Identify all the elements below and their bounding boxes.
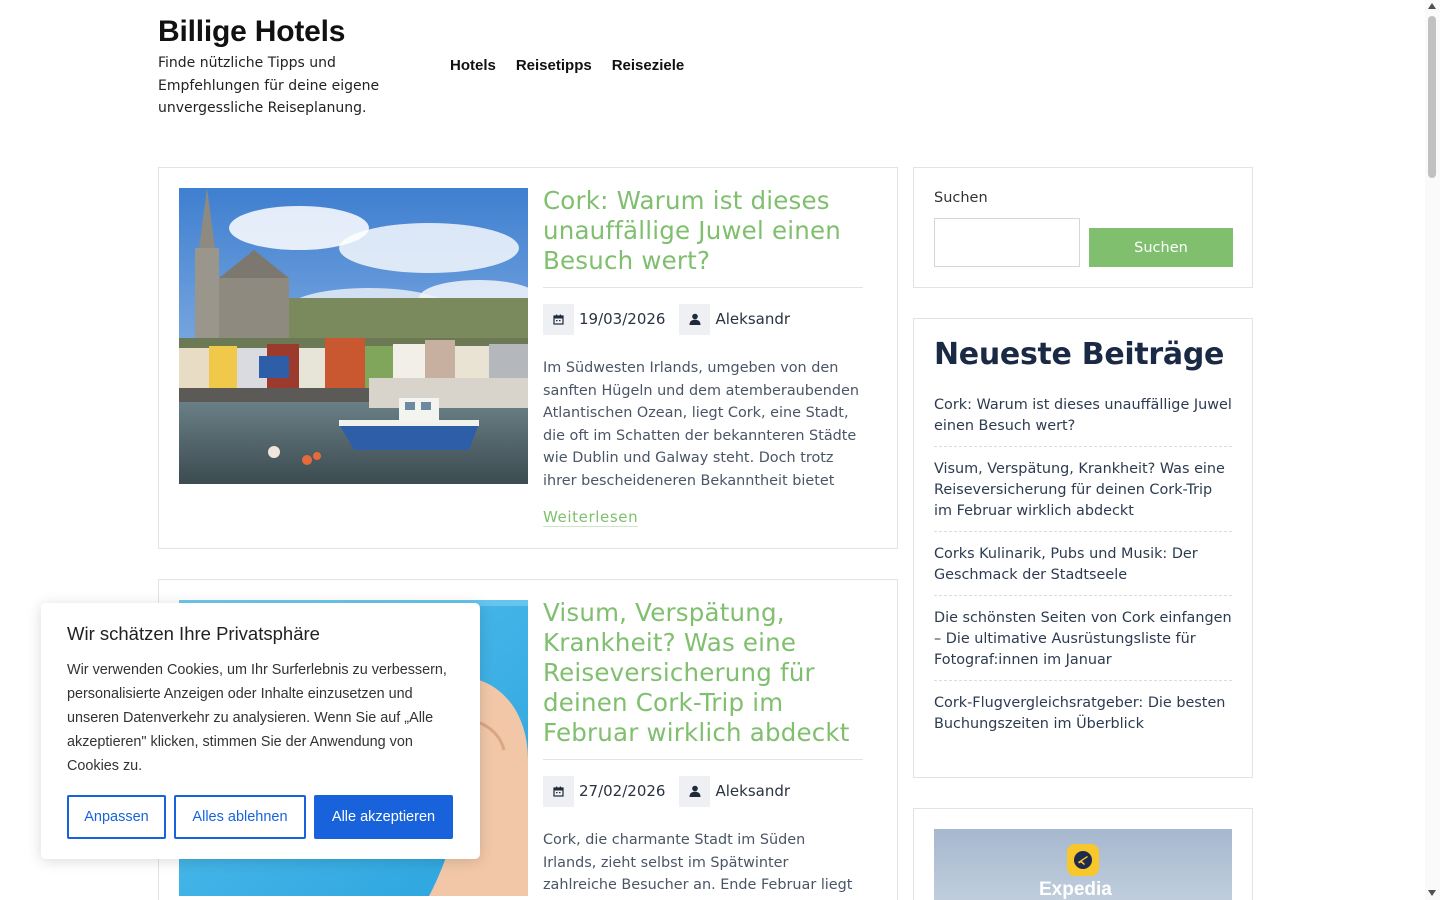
cork-harbour-image bbox=[179, 188, 528, 484]
post-author[interactable]: Aleksandr bbox=[715, 310, 790, 328]
recent-posts-widget: Neueste Beiträge Cork: Warum ist dieses … bbox=[913, 318, 1253, 778]
post-card: Cork: Warum ist dieses unauffällige Juwe… bbox=[158, 167, 898, 549]
read-more-link[interactable]: Weiterlesen bbox=[543, 508, 639, 527]
user-icon bbox=[679, 775, 711, 807]
search-input[interactable] bbox=[934, 218, 1080, 267]
post-body: Cork: Warum ist dieses unauffällige Juwe… bbox=[543, 186, 863, 527]
cookie-description: Wir verwenden Cookies, um Ihr Surferlebn… bbox=[67, 662, 447, 774]
recent-post-item[interactable]: Visum, Verspätung, Krankheit? Was eine R… bbox=[934, 457, 1232, 532]
site-header: Billige Hotels Finde nützliche Tipps und… bbox=[158, 14, 1258, 134]
recent-post-item[interactable]: Die schönsten Seiten von Cork einfangen … bbox=[934, 606, 1232, 681]
post-date[interactable]: 19/03/2026 bbox=[579, 310, 665, 328]
user-icon bbox=[679, 303, 711, 335]
nav-item-hotels[interactable]: Hotels bbox=[450, 57, 496, 74]
ad-widget: Expedia bbox=[913, 808, 1253, 900]
post-title[interactable]: Cork: Warum ist dieses unauffällige Juwe… bbox=[543, 186, 863, 288]
calendar-icon bbox=[543, 775, 574, 807]
site-tagline: Finde nützliche Tipps und Empfehlungen f… bbox=[158, 55, 380, 116]
post-author[interactable]: Aleksandr bbox=[715, 782, 790, 800]
nav-item-reiseziele[interactable]: Reiseziele bbox=[612, 57, 685, 74]
post-title[interactable]: Visum, Verspätung, Krankheit? Was eine R… bbox=[543, 598, 863, 760]
post-date[interactable]: 27/02/2026 bbox=[579, 782, 665, 800]
ad-brand-name: Expedia bbox=[1039, 879, 1112, 900]
expedia-ad-banner[interactable]: Expedia bbox=[934, 829, 1232, 900]
cookie-title: Wir schätzen Ihre Privatsphäre bbox=[67, 623, 320, 644]
post-meta: 27/02/2026 Aleksandr bbox=[543, 775, 863, 807]
expedia-logo-icon bbox=[1067, 844, 1099, 876]
nav-item-reisetipps[interactable]: Reisetipps bbox=[516, 57, 592, 74]
post-body: Visum, Verspätung, Krankheit? Was eine R… bbox=[543, 598, 863, 900]
post-excerpt: Im Südwesten Irlands, umgeben von den sa… bbox=[543, 360, 859, 489]
recent-post-item[interactable]: Cork-Flugvergleichsratgeber: Die besten … bbox=[934, 691, 1232, 744]
scroll-down-icon[interactable] bbox=[1428, 890, 1436, 896]
site-title[interactable]: Billige Hotels bbox=[158, 14, 1258, 50]
search-widget: Suchen Suchen bbox=[913, 167, 1253, 288]
post-excerpt: Cork, die charmante Stadt im Süden Irlan… bbox=[543, 832, 853, 900]
recent-posts-heading: Neueste Beiträge bbox=[934, 337, 1225, 372]
search-label: Suchen bbox=[934, 190, 988, 206]
main-nav: Hotels Reisetipps Reiseziele bbox=[450, 57, 684, 74]
post-meta: 19/03/2026 Aleksandr bbox=[543, 303, 863, 335]
search-button[interactable]: Suchen bbox=[1089, 228, 1233, 267]
post-thumbnail-cork-harbour[interactable] bbox=[179, 188, 528, 484]
cookie-reject-all-button[interactable]: Alles ablehnen bbox=[174, 795, 306, 839]
page-scrollbar[interactable] bbox=[1425, 0, 1440, 900]
recent-post-item[interactable]: Cork: Warum ist dieses unauffällige Juwe… bbox=[934, 393, 1232, 447]
recent-post-item[interactable]: Corks Kulinarik, Pubs und Musik: Der Ges… bbox=[934, 542, 1232, 596]
cookie-accept-all-button[interactable]: Alle akzeptieren bbox=[314, 795, 453, 839]
calendar-icon bbox=[543, 303, 574, 335]
cookie-customize-button[interactable]: Anpassen bbox=[67, 795, 166, 839]
cookie-consent-banner: Wir schätzen Ihre Privatsphäre Wir verwe… bbox=[41, 603, 480, 859]
scroll-up-icon[interactable] bbox=[1428, 3, 1436, 9]
scroll-thumb[interactable] bbox=[1428, 16, 1436, 178]
recent-posts-list: Cork: Warum ist dieses unauffällige Juwe… bbox=[934, 393, 1232, 754]
